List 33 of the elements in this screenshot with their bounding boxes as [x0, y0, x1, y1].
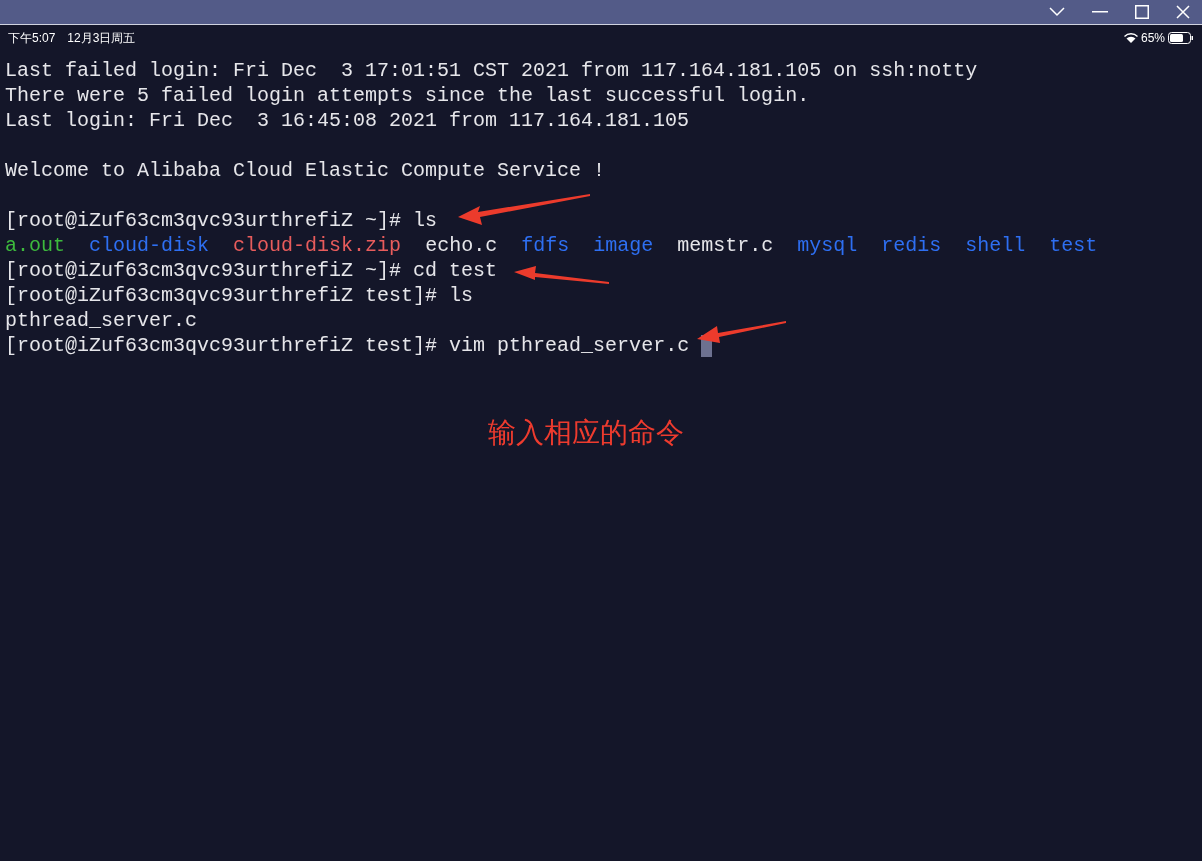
- maximize-icon[interactable]: [1135, 5, 1149, 19]
- shell-prompt: [root@iZuf63cm3qvc93urthrefiZ test]#: [5, 334, 438, 357]
- shell-command: ls: [449, 284, 474, 307]
- shell-prompt: [root@iZuf63cm3qvc93urthrefiZ ~]#: [5, 209, 402, 232]
- terminal-output: Last login: Fri Dec 3 16:45:08 2021 from 117.164.181.105: [5, 109, 690, 132]
- file-name: redis: [881, 234, 942, 257]
- annotation-text: 输入相应的命令: [488, 417, 684, 448]
- shell-prompt: [root@iZuf63cm3qvc93urthrefiZ ~]#: [5, 259, 402, 282]
- battery-percentage: 65%: [1140, 29, 1165, 47]
- file-name: test: [1049, 234, 1098, 257]
- file-name: echo.c: [425, 234, 498, 257]
- file-name: a.out: [5, 234, 65, 257]
- battery-icon: [1168, 31, 1194, 44]
- file-name: cloud-disk: [89, 234, 210, 257]
- shell-command: cd test: [413, 259, 498, 282]
- terminal-output: Last failed login: Fri Dec 3 17:01:51 CST 2021 from 117.164.181.105 on ssh:notty: [5, 59, 978, 82]
- file-name: memstr.c: [677, 234, 774, 257]
- close-icon[interactable]: [1176, 5, 1190, 19]
- file-name: fdfs: [521, 234, 570, 257]
- terminal-output: There were 5 failed login attempts since the last successful login.: [5, 84, 810, 107]
- shell-command: ls: [413, 209, 438, 232]
- file-name: mysql: [797, 234, 858, 257]
- terminal-output: pthread_server.c: [5, 309, 198, 332]
- file-name: shell: [965, 234, 1026, 257]
- file-name: image: [593, 234, 654, 257]
- wifi-icon: [1123, 32, 1138, 43]
- shell-command: vim pthread_server.c: [449, 334, 690, 357]
- shell-prompt: [root@iZuf63cm3qvc93urthrefiZ test]#: [5, 284, 438, 307]
- status-date: 12月3日周五: [67, 29, 136, 47]
- chevron-down-icon[interactable]: [1049, 7, 1065, 17]
- status-time: 下午5:07: [8, 29, 56, 47]
- terminal-output: Welcome to Alibaba Cloud Elastic Compute Service !: [5, 159, 606, 182]
- file-name: cloud-disk.zip: [233, 234, 402, 257]
